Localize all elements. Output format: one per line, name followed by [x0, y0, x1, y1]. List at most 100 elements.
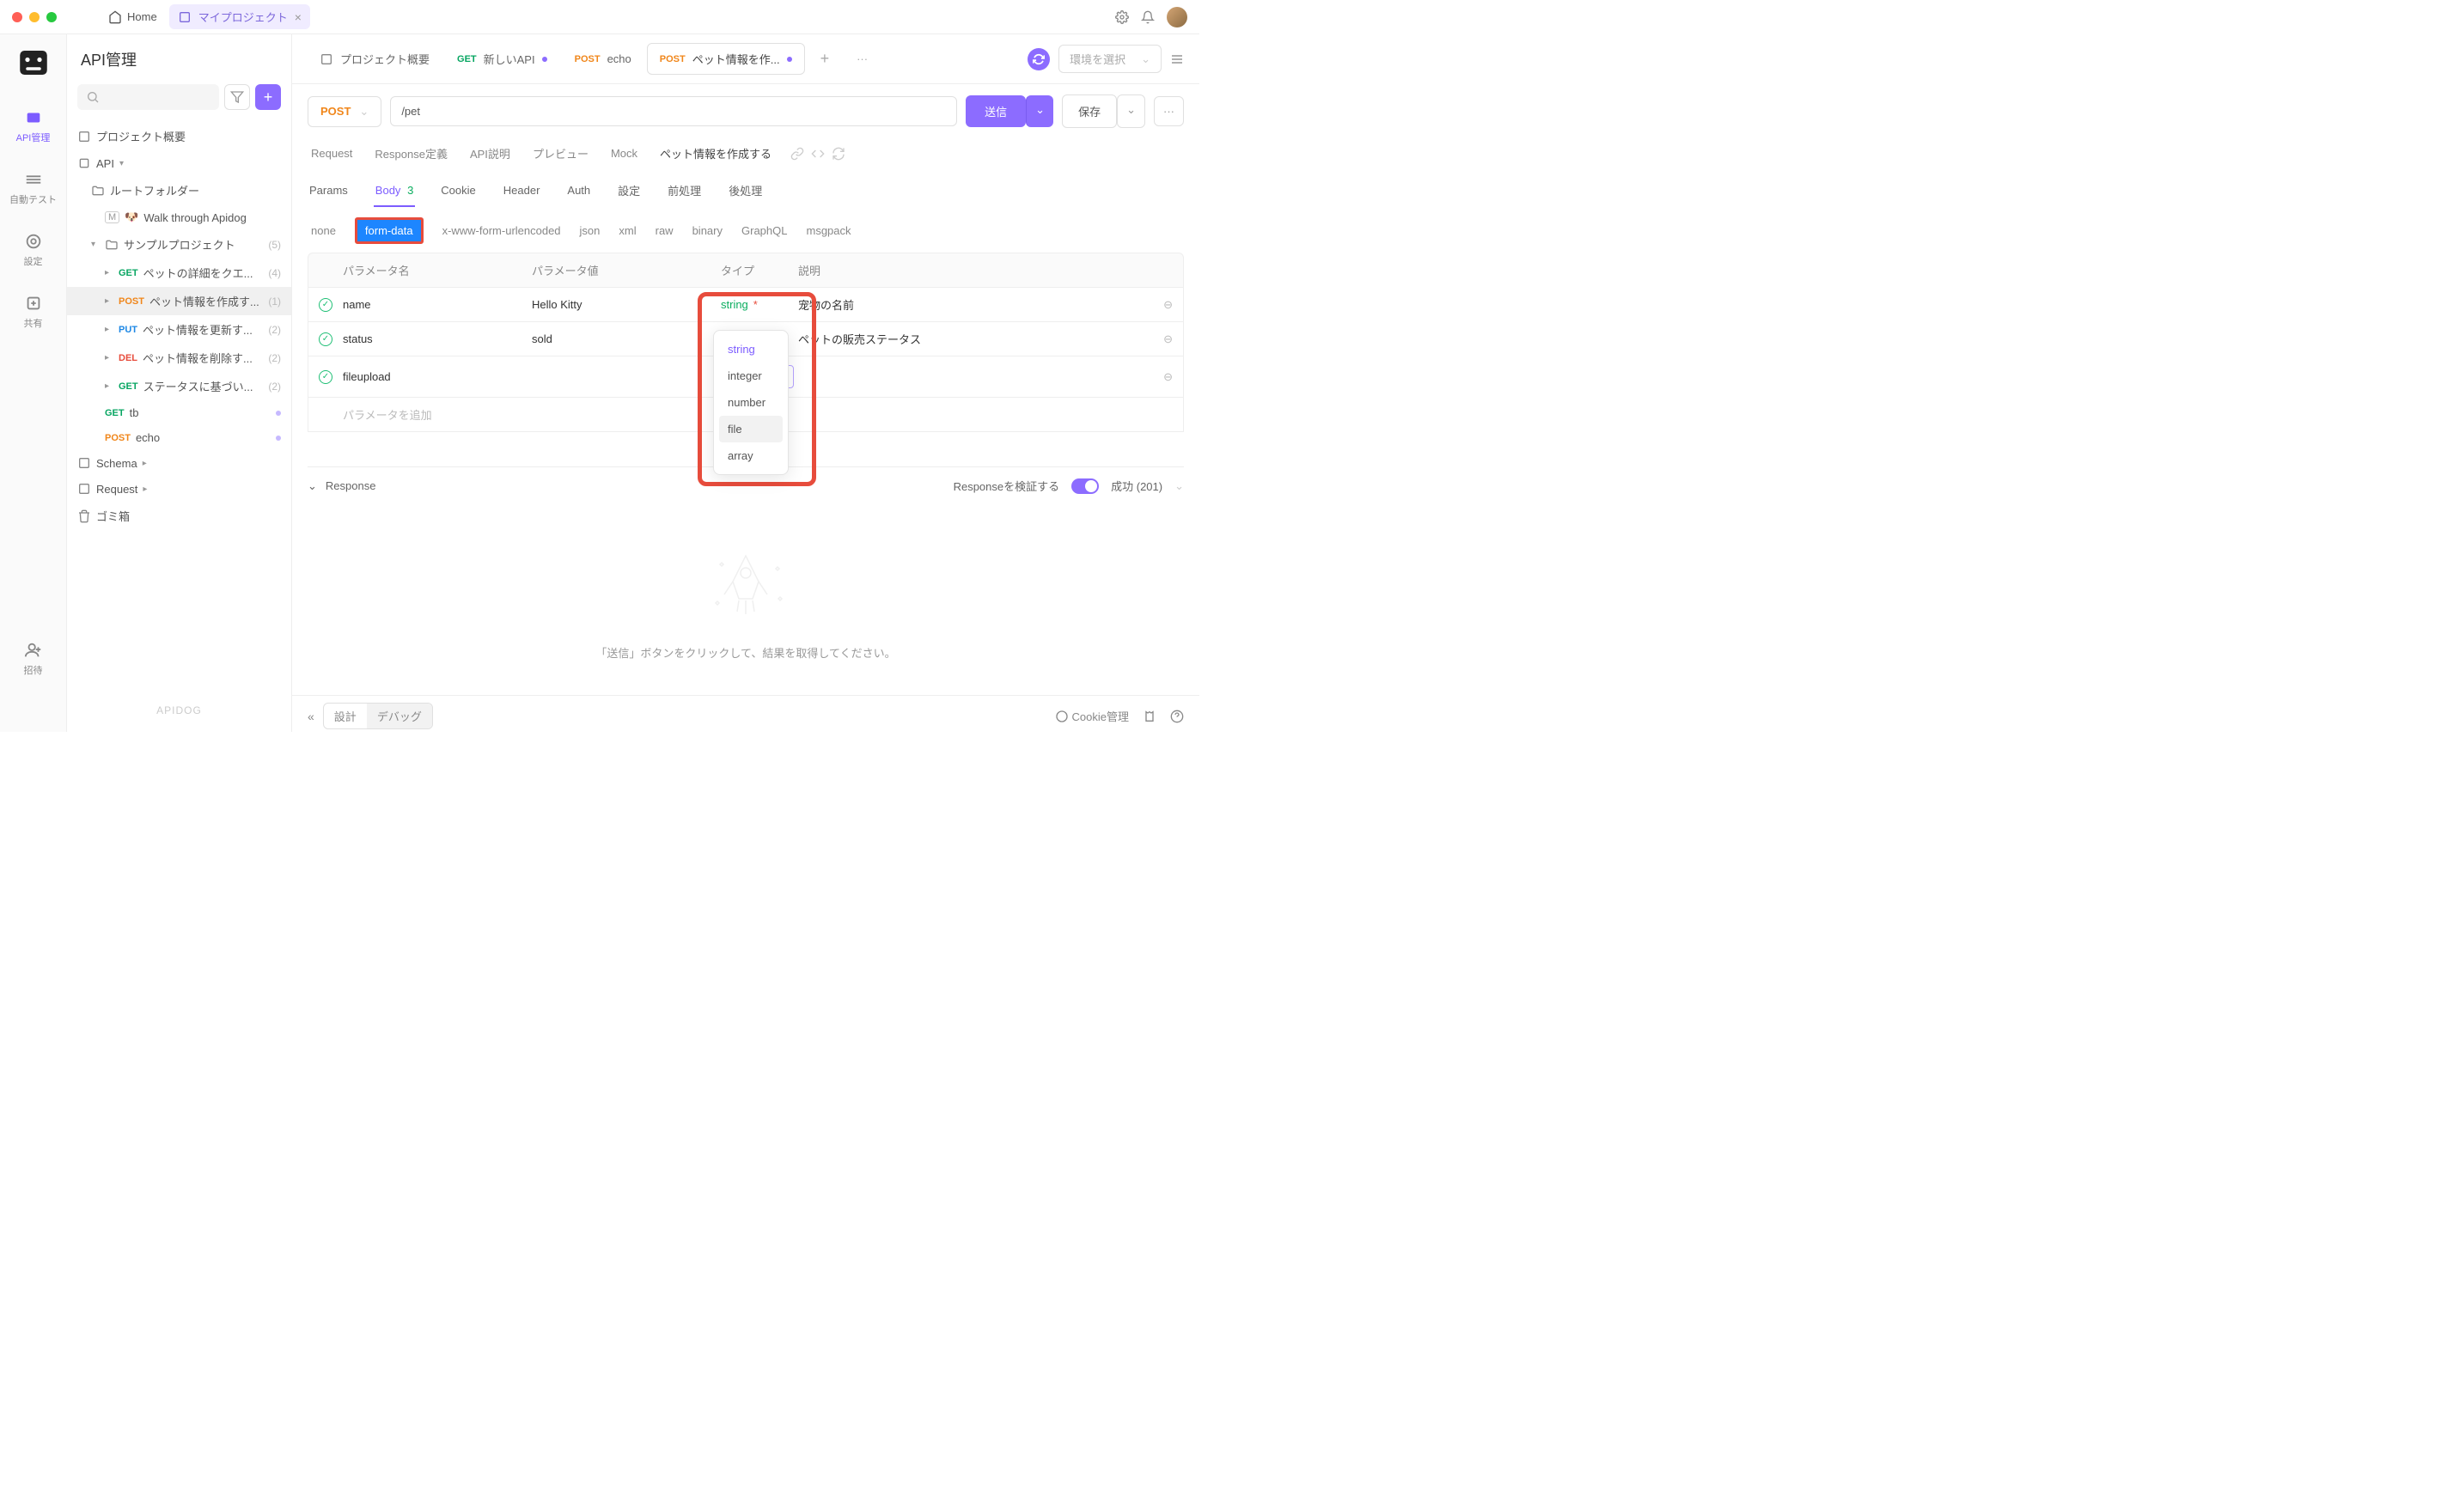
body-type-binary[interactable]: binary: [692, 224, 723, 237]
doc-tab-api-desc[interactable]: API説明: [467, 138, 514, 168]
close-tab-icon[interactable]: ×: [295, 10, 302, 24]
doc-tab-response-def[interactable]: Response定義: [371, 138, 451, 168]
param-tab-pre[interactable]: 前処理: [666, 174, 703, 209]
search-input[interactable]: [77, 84, 219, 110]
save-caret-button[interactable]: ⌄: [1117, 94, 1145, 128]
dropdown-option-file[interactable]: file: [719, 416, 783, 442]
param-desc[interactable]: ペットの販売ステータス: [798, 331, 1147, 347]
body-type-urlencoded[interactable]: x-www-form-urlencoded: [442, 224, 561, 237]
tree-item-api[interactable]: ▸ DEL ペット情報を削除す... (2): [67, 344, 291, 372]
param-tab-header[interactable]: Header: [502, 175, 542, 207]
code-icon[interactable]: [811, 147, 825, 161]
project-tab[interactable]: マイプロジェクト ×: [169, 4, 310, 29]
tree-item-api[interactable]: ▸ PUT ペット情報を更新す... (2): [67, 315, 291, 344]
param-type[interactable]: string*: [721, 298, 798, 311]
param-name[interactable]: name: [343, 298, 532, 311]
param-name[interactable]: fileupload: [343, 370, 532, 383]
env-select[interactable]: 環境を選択 ⌄: [1058, 45, 1162, 73]
delete-row-button[interactable]: ⊖: [1147, 298, 1173, 312]
param-tab-auth[interactable]: Auth: [565, 175, 592, 207]
rail-item-invite[interactable]: 招待: [0, 636, 66, 682]
tree-item-echo[interactable]: POST echo: [67, 425, 291, 450]
menu-icon[interactable]: [1170, 52, 1184, 66]
body-type-none[interactable]: none: [311, 224, 336, 237]
settings-icon[interactable]: [1115, 10, 1129, 24]
doc-tab-mock[interactable]: Mock: [607, 140, 641, 167]
body-type-graphql[interactable]: GraphQL: [741, 224, 787, 237]
chevron-down-icon[interactable]: ⌄: [308, 479, 317, 493]
tree-item-api[interactable]: ▸ GET ペットの詳細をクエ... (4): [67, 259, 291, 287]
save-button[interactable]: 保存: [1062, 94, 1117, 128]
mode-tab-design[interactable]: 設計: [324, 704, 367, 728]
dropdown-option-array[interactable]: array: [719, 442, 783, 469]
shirt-icon[interactable]: [1143, 710, 1156, 723]
checkbox[interactable]: ✓: [319, 332, 332, 346]
param-tab-post[interactable]: 後処理: [727, 174, 764, 209]
tree-item-overview[interactable]: プロジェクト概要: [67, 122, 291, 150]
bell-icon[interactable]: [1141, 10, 1155, 24]
avatar[interactable]: [1167, 7, 1187, 27]
body-type-raw[interactable]: raw: [656, 224, 674, 237]
tab-overview[interactable]: プロジェクト概要: [308, 44, 442, 74]
tree-item-sample-project[interactable]: ▾ サンプルプロジェクト (5): [67, 230, 291, 259]
tree-item-api[interactable]: ▸ POST ペット情報を作成す... (1): [67, 287, 291, 315]
maximize-window-button[interactable]: [46, 12, 57, 22]
rail-item-autotest[interactable]: 自動テスト: [0, 165, 66, 211]
add-button[interactable]: +: [255, 84, 281, 110]
tab-more-button[interactable]: ···: [845, 46, 880, 72]
doc-tab-preview[interactable]: プレビュー: [529, 138, 592, 168]
body-type-json[interactable]: json: [580, 224, 601, 237]
param-tab-body[interactable]: Body 3: [374, 175, 416, 207]
tree-item-trash[interactable]: ゴミ箱: [67, 502, 291, 530]
tab-new-api[interactable]: GET 新しいAPI: [445, 44, 559, 74]
tree-item-api-section[interactable]: API ▾: [67, 150, 291, 176]
verify-toggle[interactable]: [1071, 478, 1099, 494]
param-tab-cookie[interactable]: Cookie: [439, 175, 477, 207]
mode-tab-debug[interactable]: デバッグ: [367, 704, 432, 728]
close-window-button[interactable]: [12, 12, 22, 22]
refresh-button[interactable]: [1028, 48, 1050, 70]
checkbox[interactable]: ✓: [319, 298, 332, 312]
link-icon[interactable]: [790, 147, 804, 161]
delete-row-button[interactable]: ⊖: [1147, 332, 1173, 346]
param-tab-settings[interactable]: 設定: [616, 174, 642, 209]
tree-item-walk[interactable]: M 🐶 Walk through Apidog: [67, 204, 291, 230]
collapse-icon[interactable]: «: [308, 710, 314, 723]
send-caret-button[interactable]: ⌄: [1026, 95, 1053, 127]
param-desc[interactable]: 宠物の名前: [798, 296, 1147, 313]
tree-item-tb[interactable]: GET tb: [67, 400, 291, 425]
param-name[interactable]: status: [343, 332, 532, 345]
checkbox[interactable]: ✓: [319, 370, 332, 384]
refresh-small-icon[interactable]: [832, 147, 845, 161]
send-button[interactable]: 送信: [966, 95, 1026, 127]
tree-item-request[interactable]: Request ▸: [67, 476, 291, 502]
dropdown-option-number[interactable]: number: [719, 389, 783, 416]
help-icon[interactable]: [1170, 710, 1184, 723]
doc-tab-request[interactable]: Request: [308, 140, 356, 167]
more-button[interactable]: ···: [1154, 96, 1184, 126]
tree-item-api[interactable]: ▸ GET ステータスに基づい... (2): [67, 372, 291, 400]
dropdown-option-string[interactable]: string: [719, 336, 783, 363]
body-type-xml[interactable]: xml: [619, 224, 636, 237]
minimize-window-button[interactable]: [29, 12, 40, 22]
home-button[interactable]: Home: [108, 10, 157, 24]
method-select[interactable]: POST ⌄: [308, 96, 381, 127]
response-status[interactable]: 成功 (201): [1111, 478, 1162, 494]
url-input[interactable]: /pet: [390, 96, 957, 126]
chevron-down-icon[interactable]: ⌄: [1174, 479, 1184, 493]
body-type-form-data[interactable]: form-data: [355, 217, 424, 244]
cookie-link[interactable]: Cookie管理: [1055, 708, 1129, 724]
param-tab-params[interactable]: Params: [308, 175, 350, 207]
rail-item-share[interactable]: 共有: [0, 289, 66, 335]
dropdown-option-integer[interactable]: integer: [719, 363, 783, 389]
add-tab-button[interactable]: +: [808, 43, 842, 75]
param-value[interactable]: Hello Kitty: [532, 298, 721, 311]
tab-current[interactable]: POST ペット情報を作...: [647, 43, 805, 75]
param-value[interactable]: sold: [532, 332, 721, 345]
tab-echo[interactable]: POST echo: [563, 46, 643, 72]
filter-button[interactable]: [224, 84, 250, 110]
tree-item-schema[interactable]: Schema ▸: [67, 450, 291, 476]
rail-item-api[interactable]: API管理: [0, 103, 66, 149]
tree-item-root-folder[interactable]: ルートフォルダー: [67, 176, 291, 204]
delete-row-button[interactable]: ⊖: [1147, 370, 1173, 384]
